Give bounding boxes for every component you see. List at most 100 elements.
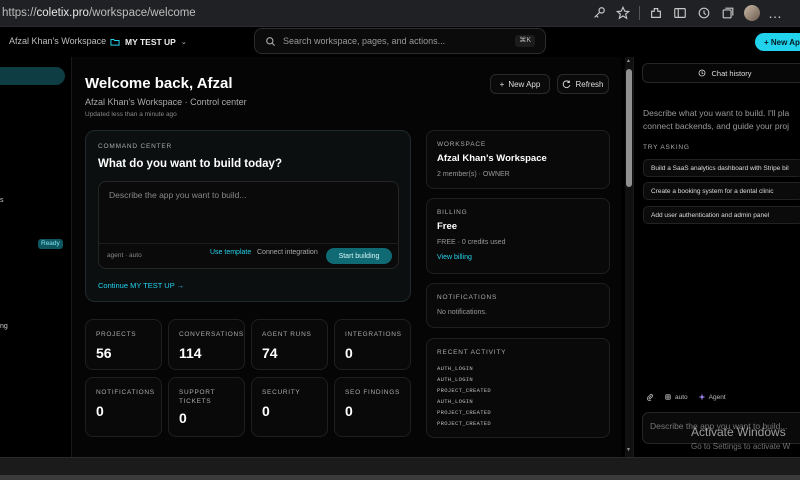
profile-avatar[interactable] [744, 5, 760, 21]
billing-plan: Free [437, 221, 458, 232]
key-icon[interactable] [591, 5, 607, 21]
activate-windows-title: Activate Windows [691, 425, 786, 439]
paperclip-icon [647, 394, 653, 401]
new-app-button[interactable]: + New App [490, 74, 550, 94]
browser-icons: … [591, 5, 782, 21]
view-billing-link[interactable]: View billing [437, 254, 472, 261]
workspace-card: WORKSPACE Afzal Khan's Workspace 2 membe… [426, 130, 610, 189]
page-title: Welcome back, Afzal [85, 75, 233, 92]
agent-mode-label: Agent [708, 393, 726, 401]
scroll-up-arrow-icon[interactable]: ▲ [626, 58, 631, 64]
agent-mode-button[interactable]: Agent [698, 393, 726, 401]
recent-activity-card: RECENT ACTIVITY AUTH_LOGIN AUTH_LOGIN PR… [426, 338, 610, 438]
star-icon[interactable] [615, 5, 631, 21]
refresh-icon [563, 79, 571, 88]
sidebar-item-label[interactable]: s [0, 197, 4, 204]
search-box[interactable]: ⌘K [254, 28, 546, 54]
bookmarks-icon[interactable] [672, 5, 688, 21]
model-mode-button[interactable]: auto [664, 393, 688, 401]
stat-label: SUPPORT TICKETS [179, 389, 216, 405]
attach-button[interactable] [646, 393, 654, 401]
chat-history-label: Chat history [711, 68, 752, 78]
stat-label: SEO FINDINGS [345, 389, 400, 396]
search-shortcut: ⌘K [515, 35, 535, 47]
continue-project-link[interactable]: Continue MY TEST UP → [98, 281, 184, 290]
command-center-card: COMMAND CENTER What do you want to build… [85, 130, 411, 302]
prompt-input[interactable] [109, 190, 389, 230]
stat-value: 0 [345, 345, 353, 361]
sidebar-item-label[interactable]: ng [0, 323, 8, 330]
sparkle-icon [698, 393, 706, 401]
url-path: /workspace/welcome [88, 7, 196, 19]
agent-mode-label: agent · auto [107, 252, 142, 259]
more-menu-icon[interactable]: … [768, 6, 782, 20]
stat-card-support-tickets[interactable]: SUPPORT TICKETS 0 [168, 377, 245, 437]
refresh-button-label: Refresh [575, 79, 604, 89]
billing-card-label: BILLING [437, 209, 468, 216]
use-template-link[interactable]: Use template [210, 249, 251, 256]
new-app-header-button[interactable]: + New App [755, 33, 800, 51]
model-mode-label: auto [675, 393, 688, 401]
suggestion-item[interactable]: Build a SaaS analytics dashboard with St… [643, 159, 800, 177]
stat-card-integrations[interactable]: INTEGRATIONS 0 [334, 319, 411, 370]
browser-toolbar: https://coletix.pro/workspace/welcome … [0, 0, 800, 27]
stat-card-conversations[interactable]: CONVERSATIONS 114 [168, 319, 245, 370]
chip-icon [665, 394, 671, 400]
stat-card-seo-findings[interactable]: SEO FINDINGS 0 [334, 377, 411, 437]
stat-label: CONVERSATIONS [179, 331, 244, 338]
extensions-icon[interactable] [648, 5, 664, 21]
search-input[interactable] [283, 36, 503, 46]
main-content: Welcome back, Afzal Afzal Khan's Workspa… [72, 57, 621, 457]
billing-card: BILLING Free FREE · 0 credits used View … [426, 198, 610, 274]
workspace-name[interactable]: Afzal Khan's Workspace [9, 36, 106, 46]
refresh-button[interactable]: Refresh [557, 74, 609, 94]
sidebar-active-item[interactable] [0, 67, 65, 85]
activity-item: PROJECT_CREATED [437, 387, 492, 394]
command-center-label: COMMAND CENTER [98, 143, 173, 150]
url-prefix: https:// [2, 7, 37, 19]
stat-label: NOTIFICATIONS [96, 389, 155, 396]
stat-value: 0 [345, 403, 353, 419]
main-scrollbar[interactable]: ▲ ▼ [625, 57, 633, 457]
chat-description: Describe what you want to build. I'll pl… [643, 107, 800, 133]
connect-integration-link[interactable]: Connect integration [257, 249, 318, 256]
app-header: Afzal Khan's Workspace MY TEST UP ⌄ ⌘K +… [0, 27, 800, 57]
notifications-card: NOTIFICATIONS No notifications. [426, 283, 610, 328]
new-app-button-label: New App [508, 79, 541, 89]
scrollbar-thumb[interactable] [626, 69, 632, 187]
activity-item: AUTH_LOGIN [437, 365, 474, 372]
activity-item: AUTH_LOGIN [437, 398, 474, 405]
chat-panel: Chat history Describe what you want to b… [633, 57, 800, 457]
stat-label: INTEGRATIONS [345, 331, 402, 338]
stat-value: 0 [96, 403, 104, 419]
sidebar: s Ready ng [0, 57, 72, 457]
suggestion-item[interactable]: Add user authentication and admin panel [643, 206, 800, 224]
plus-icon: + [499, 79, 505, 89]
os-taskbar [0, 457, 800, 480]
stat-card-projects[interactable]: PROJECTS 56 [85, 319, 162, 370]
address-bar[interactable]: https://coletix.pro/workspace/welcome [2, 7, 196, 19]
scroll-down-arrow-icon[interactable]: ▼ [626, 447, 631, 453]
notifications-card-label: NOTIFICATIONS [437, 294, 498, 301]
ready-badge: Ready [38, 239, 63, 249]
stat-card-notifications[interactable]: NOTIFICATIONS 0 [85, 377, 162, 437]
page-subtitle: Afzal Khan's Workspace · Control center [85, 97, 247, 107]
project-switcher[interactable]: MY TEST UP ⌄ [103, 32, 194, 52]
chat-history-button[interactable]: Chat history [642, 63, 800, 83]
stat-label: SECURITY [262, 389, 301, 396]
recent-activity-label: RECENT ACTIVITY [437, 349, 507, 356]
workspace-card-title: Afzal Khan's Workspace [437, 153, 547, 164]
stat-label: PROJECTS [96, 331, 137, 338]
start-building-button[interactable]: Start building [326, 248, 392, 264]
chevron-down-icon: ⌄ [180, 39, 187, 46]
prompt-box: agent · auto Use template Connect integr… [98, 181, 399, 269]
collections-icon[interactable] [720, 5, 736, 21]
stat-label: AGENT RUNS [262, 331, 312, 338]
toolbar-separator [639, 6, 640, 20]
clock-icon [699, 69, 706, 77]
stat-card-security[interactable]: SECURITY 0 [251, 377, 328, 437]
history-icon[interactable] [696, 5, 712, 21]
stat-card-agent-runs[interactable]: AGENT RUNS 74 [251, 319, 328, 370]
search-icon [266, 36, 276, 46]
suggestion-item[interactable]: Create a booking system for a dental cli… [643, 182, 800, 200]
